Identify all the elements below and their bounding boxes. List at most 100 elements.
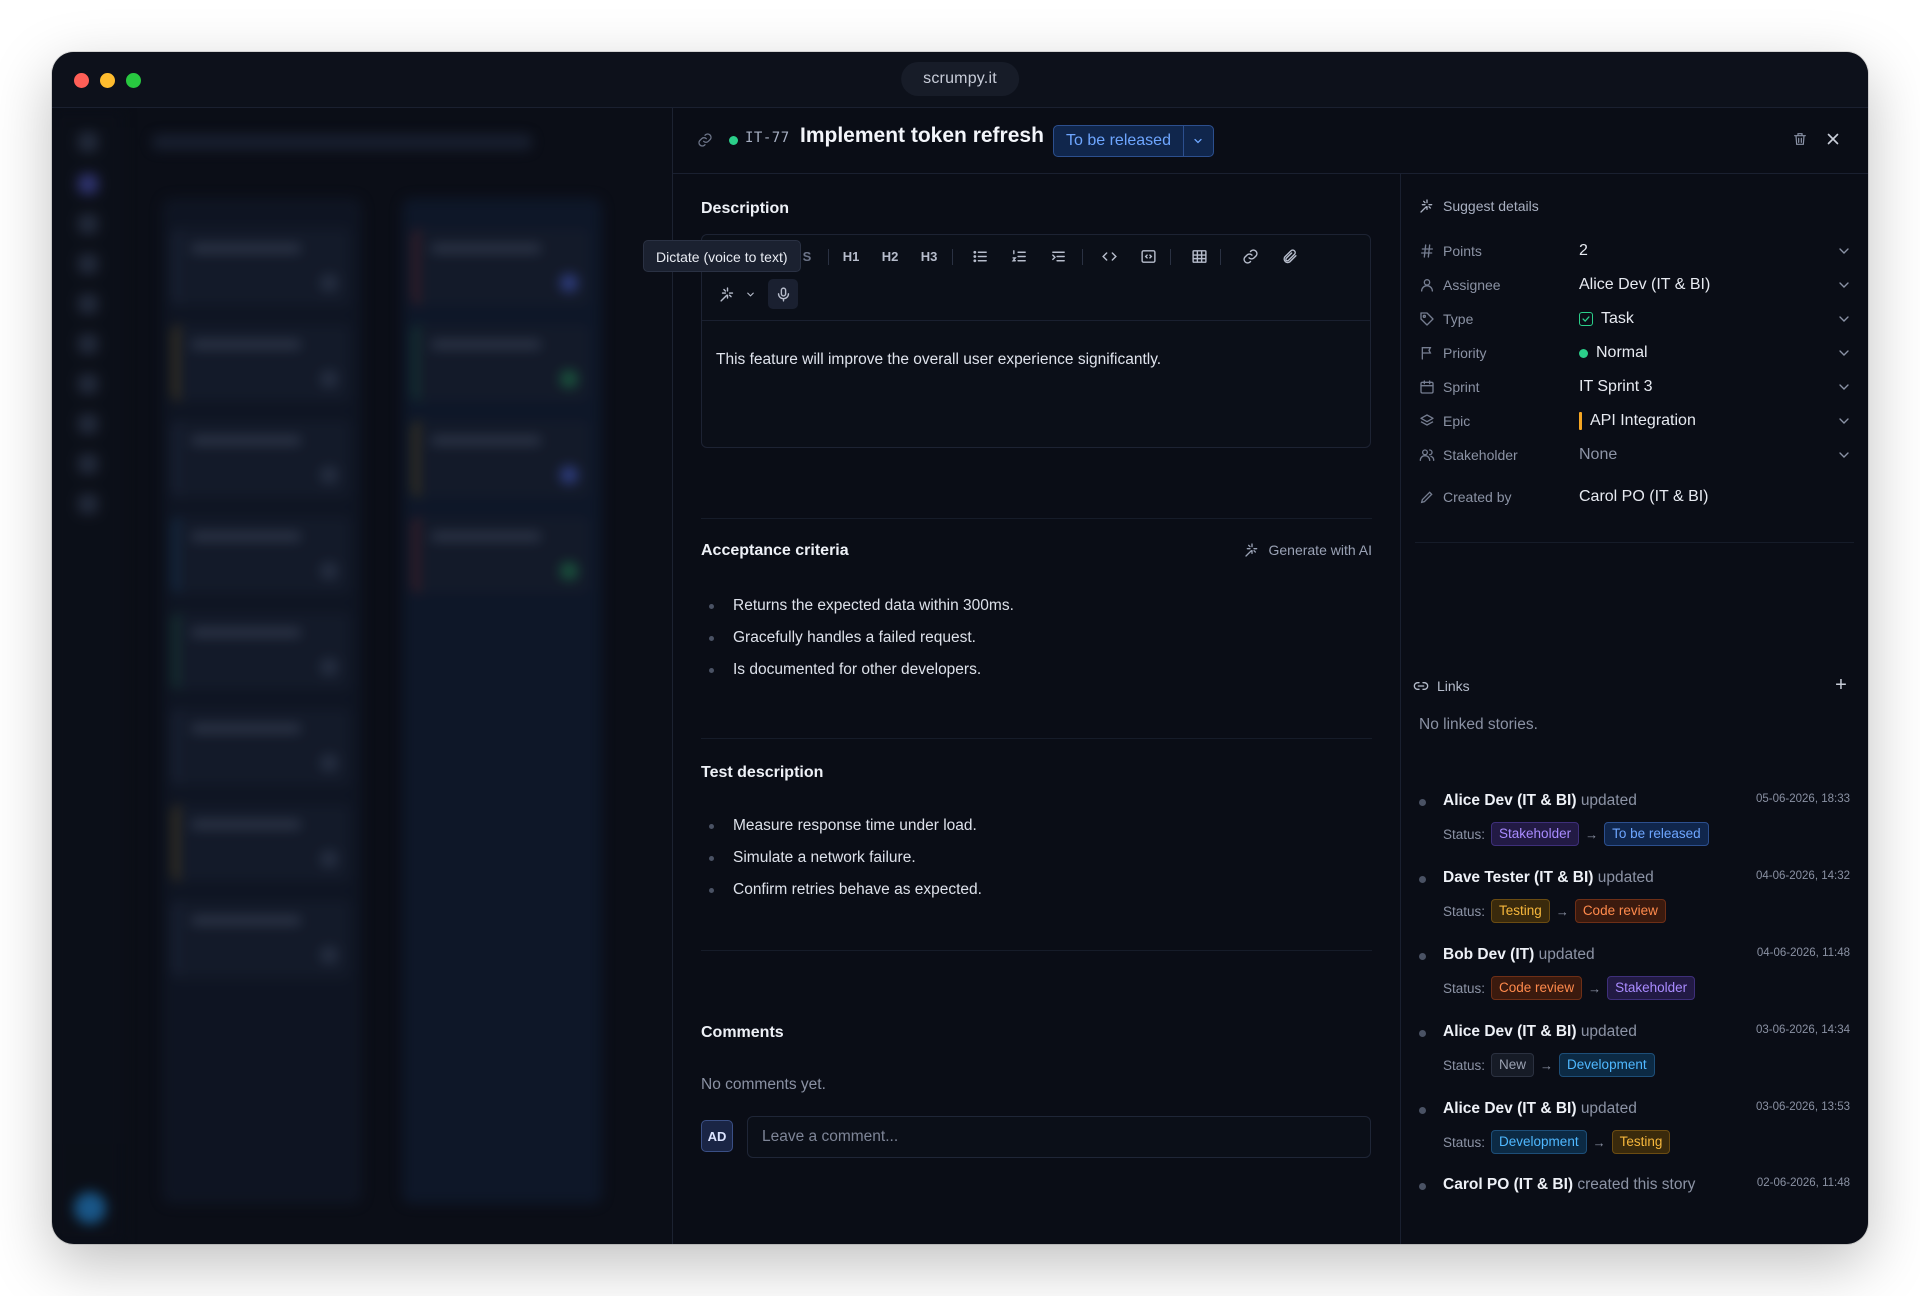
timeline-dot xyxy=(1419,799,1426,806)
assignee-value[interactable]: Alice Dev (IT & BI) xyxy=(1579,276,1836,294)
points-value[interactable]: 2 xyxy=(1579,242,1836,260)
activity-verb: created this story xyxy=(1577,1176,1696,1193)
field-sprint[interactable]: Sprint IT Sprint 3 xyxy=(1419,370,1858,404)
code-icon[interactable] xyxy=(1096,243,1122,269)
status-badge: To be released xyxy=(1604,822,1709,846)
activity-author: Carol PO (IT & BI) xyxy=(1443,1176,1574,1193)
type-value[interactable]: Task xyxy=(1579,310,1836,328)
chevron-down-icon[interactable] xyxy=(1836,447,1852,463)
generate-with-ai-button[interactable]: Generate with AI xyxy=(1244,542,1372,558)
indent-icon[interactable] xyxy=(1045,243,1071,269)
list-item: Gracefully handles a failed request. xyxy=(701,628,1014,660)
status-badge: Testing xyxy=(1611,1130,1671,1154)
status-prefix: Status: xyxy=(1443,980,1486,996)
status-dropdown[interactable]: To be released xyxy=(1053,125,1214,157)
status-label[interactable]: To be released xyxy=(1054,126,1183,156)
section-divider xyxy=(701,518,1372,519)
activity-line: Alice Dev (IT & BI) updated xyxy=(1443,792,1637,810)
chevron-down-icon[interactable] xyxy=(1836,311,1852,327)
minimize-window-button[interactable] xyxy=(100,73,115,88)
code-block-icon[interactable] xyxy=(1135,243,1161,269)
arrow-icon: → xyxy=(1585,826,1599,842)
comment-input[interactable] xyxy=(747,1116,1371,1158)
chevron-down-icon[interactable] xyxy=(1836,413,1852,429)
list-item: Measure response time under load. xyxy=(701,816,982,848)
test-description-heading: Test description xyxy=(701,764,824,781)
copy-link-icon[interactable] xyxy=(697,132,713,148)
suggest-details-label: Suggest details xyxy=(1443,198,1539,214)
field-type[interactable]: Type Task xyxy=(1419,302,1858,336)
epic-color-bar xyxy=(1579,412,1582,430)
heading-3-button[interactable]: H3 xyxy=(916,243,942,269)
ai-sparkle-icon[interactable] xyxy=(714,281,740,307)
status-badge: Testing xyxy=(1491,899,1550,923)
activity-line: Carol PO (IT & BI) created this story xyxy=(1443,1176,1695,1194)
add-link-button[interactable]: + xyxy=(1830,674,1852,696)
timeline-dot xyxy=(1419,953,1426,960)
heading-1-button[interactable]: H1 xyxy=(838,243,864,269)
field-label: Points xyxy=(1443,243,1482,259)
activity-timestamp: 03-06-2026, 14:34 xyxy=(1756,1024,1850,1036)
activity-timestamp: 05-06-2026, 18:33 xyxy=(1756,793,1850,805)
zoom-window-button[interactable] xyxy=(126,73,141,88)
url-bar[interactable]: scrumpy.it xyxy=(901,62,1019,96)
chevron-down-icon[interactable] xyxy=(1182,126,1213,156)
arrow-icon: → xyxy=(1555,903,1569,919)
field-priority[interactable]: Priority Normal xyxy=(1419,336,1858,370)
layers-icon xyxy=(1419,413,1435,429)
priority-value[interactable]: Normal xyxy=(1579,344,1836,362)
field-points[interactable]: Points 2 xyxy=(1419,234,1858,268)
no-comments-text: No comments yet. xyxy=(701,1076,826,1093)
links-heading: Links xyxy=(1413,678,1470,694)
stakeholder-value[interactable]: None xyxy=(1579,446,1836,464)
field-label: Sprint xyxy=(1443,379,1480,395)
activity-line: Alice Dev (IT & BI) updated xyxy=(1443,1023,1637,1041)
heading-2-button[interactable]: H2 xyxy=(877,243,903,269)
table-icon[interactable] xyxy=(1186,243,1212,269)
status-prefix: Status: xyxy=(1443,826,1486,842)
user-icon xyxy=(1419,277,1435,293)
epic-value[interactable]: API Integration xyxy=(1579,412,1836,430)
acceptance-heading: Acceptance criteria xyxy=(701,542,849,559)
test-list: Measure response time under load. Simula… xyxy=(701,816,982,912)
details-sidebar: Suggest details Points 2 Assignee Alice … xyxy=(1400,174,1868,1244)
editor-toolbar: S H1 H2 H3 xyxy=(702,235,1370,321)
chevron-down-icon[interactable] xyxy=(1836,243,1852,259)
status-badge: Code review xyxy=(1574,899,1666,923)
description-editor[interactable]: S H1 H2 H3 This feature will improve the… xyxy=(701,234,1371,448)
field-label: Stakeholder xyxy=(1443,447,1518,463)
link-icon[interactable] xyxy=(1237,243,1263,269)
trash-icon[interactable] xyxy=(1792,131,1808,149)
field-epic[interactable]: Epic API Integration xyxy=(1419,404,1858,438)
numbered-list-icon[interactable] xyxy=(1006,243,1032,269)
field-stakeholder[interactable]: Stakeholder None xyxy=(1419,438,1858,472)
suggest-details-button[interactable]: Suggest details xyxy=(1419,198,1539,214)
created-by-value: Carol PO (IT & BI) xyxy=(1579,488,1709,505)
microphone-icon[interactable] xyxy=(768,279,798,309)
arrow-icon: → xyxy=(1540,1057,1554,1073)
chevron-down-icon[interactable] xyxy=(1836,379,1852,395)
ai-sparkle-icon xyxy=(1245,543,1258,557)
status-change: Status: Code review → Stakeholder xyxy=(1443,976,1696,1000)
activity-verb: updated xyxy=(1580,1023,1637,1040)
chevron-down-icon[interactable] xyxy=(1836,277,1852,293)
story-key: IT-77 xyxy=(745,130,790,146)
close-window-button[interactable] xyxy=(74,73,89,88)
activity-timestamp: 02-06-2026, 11:48 xyxy=(1756,1177,1850,1189)
status-badge: Code review xyxy=(1491,976,1583,1000)
flag-icon xyxy=(1419,345,1435,361)
attachment-icon[interactable] xyxy=(1276,243,1302,269)
bullet-list-icon[interactable] xyxy=(967,243,993,269)
chevron-down-icon[interactable] xyxy=(1836,345,1852,361)
close-icon[interactable] xyxy=(1824,130,1842,148)
status-badge: Development xyxy=(1559,1053,1655,1077)
field-assignee[interactable]: Assignee Alice Dev (IT & BI) xyxy=(1419,268,1858,302)
story-title[interactable]: Implement token refresh xyxy=(800,124,1044,148)
status-change: Status: Stakeholder → To be released xyxy=(1443,822,1709,846)
timeline-dot xyxy=(1419,876,1426,883)
status-badge: Development xyxy=(1491,1130,1587,1154)
activity-author: Bob Dev (IT) xyxy=(1443,946,1535,963)
description-text[interactable]: This feature will improve the overall us… xyxy=(716,351,1161,369)
chevron-down-icon[interactable] xyxy=(742,281,758,307)
sprint-value[interactable]: IT Sprint 3 xyxy=(1579,378,1836,396)
